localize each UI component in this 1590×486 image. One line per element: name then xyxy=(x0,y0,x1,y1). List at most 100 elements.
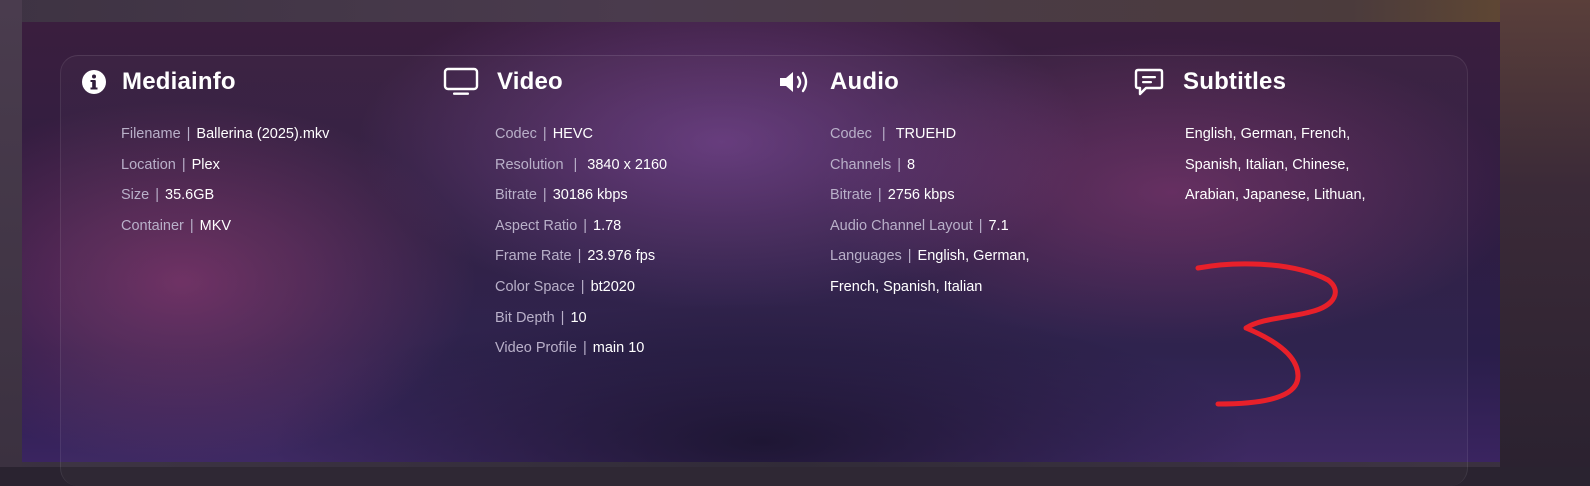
mediainfo-row-container: Container|MKV xyxy=(121,216,329,247)
mediainfo-header: Mediainfo xyxy=(80,66,236,98)
video-section: Video xyxy=(443,66,563,98)
row-label: Bitrate xyxy=(830,187,872,203)
chat-bubble-icon xyxy=(1133,68,1165,96)
row-value: Ballerina (2025).mkv xyxy=(196,126,329,142)
row-separator: | xyxy=(575,279,591,295)
subtitle-languages-text: Arabian, Japanese, Lithuan, xyxy=(1185,187,1366,203)
background-top-strip xyxy=(0,0,1590,22)
video-title: Video xyxy=(497,68,563,96)
subtitles-list: English, German, French, Spanish, Italia… xyxy=(1185,124,1366,216)
row-label: Size xyxy=(121,187,149,203)
subtitles-section: Subtitles xyxy=(1133,66,1286,98)
row-label: Codec xyxy=(495,126,537,142)
audio-row-languages-continued: French, Spanish, Italian xyxy=(830,277,1030,308)
mediainfo-rows: Filename|Ballerina (2025).mkv Location|P… xyxy=(121,124,329,246)
row-label: Codec xyxy=(830,126,872,142)
row-separator: | xyxy=(537,187,553,203)
speaker-icon xyxy=(778,68,812,96)
video-row-bitrate: Bitrate|30186 kbps xyxy=(495,185,667,216)
row-separator: | xyxy=(181,126,197,142)
row-separator: | xyxy=(555,310,571,326)
row-value: 35.6GB xyxy=(165,187,214,203)
audio-header: Audio xyxy=(778,66,899,98)
row-separator: | xyxy=(577,218,593,234)
row-value: French, Spanish, Italian xyxy=(830,279,982,295)
row-label: Resolution xyxy=(495,157,564,173)
video-row-video-profile: Video Profile|main 10 xyxy=(495,338,667,369)
video-row-resolution: Resolution|3840 x 2160 xyxy=(495,155,667,186)
info-circle-icon xyxy=(80,68,108,96)
row-separator: | xyxy=(577,340,593,356)
row-label: Frame Rate xyxy=(495,248,572,264)
video-row-color-space: Color Space|bt2020 xyxy=(495,277,667,308)
handwritten-annotation-3 xyxy=(1190,258,1350,418)
video-header: Video xyxy=(443,66,563,98)
row-separator: | xyxy=(902,248,918,264)
row-label: Filename xyxy=(121,126,181,142)
subtitles-header: Subtitles xyxy=(1133,66,1286,98)
row-separator: | xyxy=(973,218,989,234)
row-value: bt2020 xyxy=(591,279,635,295)
row-label: Bitrate xyxy=(495,187,537,203)
audio-row-languages: Languages|English, German, xyxy=(830,246,1030,277)
audio-row-codec: Codec|TRUEHD xyxy=(830,124,1030,155)
audio-rows: Codec|TRUEHD Channels|8 Bitrate|2756 kbp… xyxy=(830,124,1030,308)
background-left-strip xyxy=(0,0,22,467)
row-value: 23.976 fps xyxy=(587,248,655,264)
audio-title: Audio xyxy=(830,68,899,96)
row-value: HEVC xyxy=(553,126,593,142)
row-value: 8 xyxy=(907,157,915,173)
row-label: Aspect Ratio xyxy=(495,218,577,234)
row-separator: | xyxy=(184,218,200,234)
row-separator: | xyxy=(891,157,907,173)
mediainfo-title: Mediainfo xyxy=(122,68,236,96)
row-label: Container xyxy=(121,218,184,234)
row-value: main 10 xyxy=(593,340,645,356)
row-value: MKV xyxy=(200,218,231,234)
row-value: 30186 kbps xyxy=(553,187,628,203)
mediainfo-section: Mediainfo xyxy=(80,66,236,98)
video-row-bit-depth: Bit Depth|10 xyxy=(495,308,667,339)
row-value: TRUEHD xyxy=(896,126,956,142)
video-row-aspect-ratio: Aspect Ratio|1.78 xyxy=(495,216,667,247)
monitor-icon xyxy=(443,68,479,96)
row-value: 10 xyxy=(570,310,586,326)
mediainfo-row-filename: Filename|Ballerina (2025).mkv xyxy=(121,124,329,155)
row-label: Audio Channel Layout xyxy=(830,218,973,234)
row-value: 7.1 xyxy=(988,218,1008,234)
audio-row-channels: Channels|8 xyxy=(830,155,1030,186)
row-separator: | xyxy=(572,248,588,264)
row-separator: | xyxy=(537,126,553,142)
audio-row-bitrate: Bitrate|2756 kbps xyxy=(830,185,1030,216)
row-value: English, German, xyxy=(918,248,1030,264)
subtitle-languages-text: English, German, French, xyxy=(1185,126,1350,142)
row-label: Languages xyxy=(830,248,902,264)
mediainfo-row-location: Location|Plex xyxy=(121,155,329,186)
video-rows: Codec|HEVC Resolution|3840 x 2160 Bitrat… xyxy=(495,124,667,369)
audio-section: Audio xyxy=(778,66,899,98)
subtitle-languages-text: Spanish, Italian, Chinese, xyxy=(1185,157,1349,173)
row-separator: | xyxy=(564,157,588,173)
mediainfo-row-size: Size|35.6GB xyxy=(121,185,329,216)
row-separator: | xyxy=(149,187,165,203)
row-separator: | xyxy=(872,126,896,142)
row-value: 2756 kbps xyxy=(888,187,955,203)
video-row-frame-rate: Frame Rate|23.976 fps xyxy=(495,246,667,277)
video-row-codec: Codec|HEVC xyxy=(495,124,667,155)
subtitles-title: Subtitles xyxy=(1183,68,1286,96)
row-label: Bit Depth xyxy=(495,310,555,326)
row-value: 1.78 xyxy=(593,218,621,234)
audio-row-channel-layout: Audio Channel Layout|7.1 xyxy=(830,216,1030,247)
row-label: Channels xyxy=(830,157,891,173)
subtitles-line: Spanish, Italian, Chinese, xyxy=(1185,155,1366,186)
row-label: Location xyxy=(121,157,176,173)
subtitles-line: Arabian, Japanese, Lithuan, xyxy=(1185,185,1366,216)
subtitles-line: English, German, French, xyxy=(1185,124,1366,155)
row-separator: | xyxy=(872,187,888,203)
row-value: Plex xyxy=(192,157,220,173)
row-separator: | xyxy=(176,157,192,173)
row-value: 3840 x 2160 xyxy=(587,157,667,173)
background-right-strip xyxy=(1500,0,1590,467)
row-label: Video Profile xyxy=(495,340,577,356)
row-label: Color Space xyxy=(495,279,575,295)
